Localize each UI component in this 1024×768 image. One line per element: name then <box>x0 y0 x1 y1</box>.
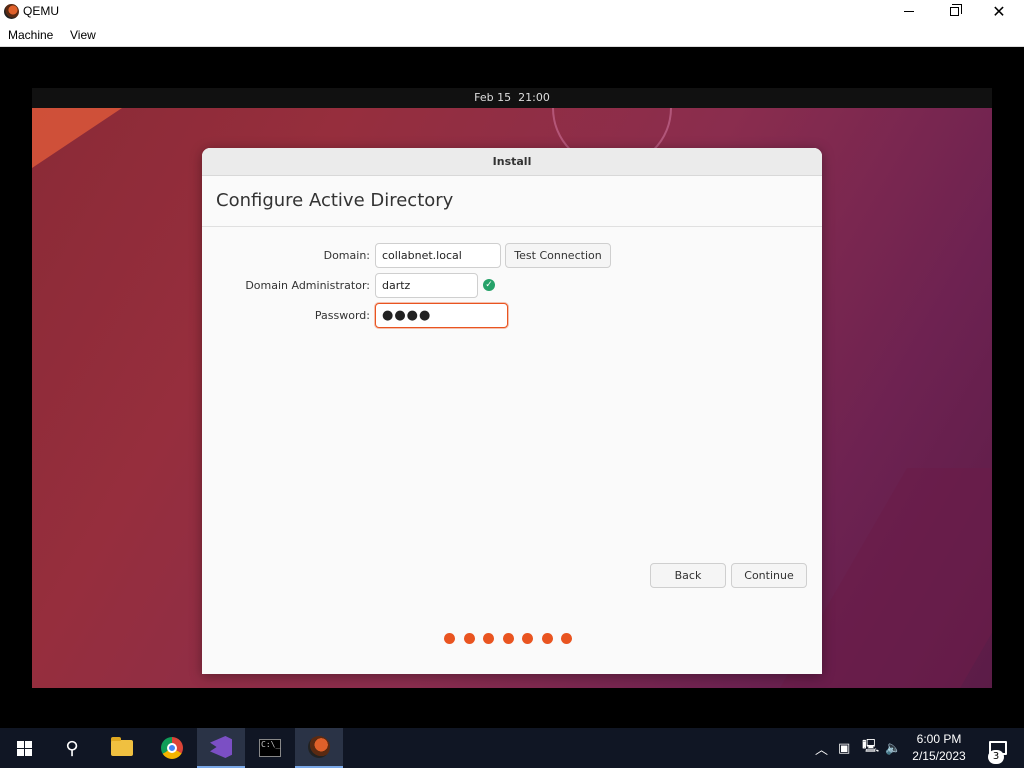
show-hidden-icons-button[interactable]: ︿ <box>815 728 828 768</box>
qemu-taskbar-button[interactable] <box>295 728 343 768</box>
visual-studio-button[interactable] <box>197 728 245 768</box>
domain-admin-input[interactable]: dartz <box>375 273 478 298</box>
progress-dot <box>561 633 572 644</box>
terminal-button[interactable]: C:\_ <box>246 728 294 768</box>
qemu-app-icon <box>4 4 19 19</box>
progress-dot <box>444 633 455 644</box>
password-input[interactable]: ●●●● <box>375 303 508 328</box>
terminal-icon: C:\_ <box>259 739 281 757</box>
progress-dot <box>522 633 533 644</box>
guest-top-bar: Feb 15 21:00 <box>32 88 992 108</box>
taskbar-clock[interactable]: 6:00 PM 2/15/2023 <box>906 731 972 765</box>
restore-button[interactable] <box>931 0 977 23</box>
minimize-button[interactable] <box>886 0 932 23</box>
search-icon: ⚲ <box>65 737 79 759</box>
progress-dot <box>483 633 494 644</box>
windows-icon <box>16 740 32 756</box>
chevron-up-icon: ︿ <box>815 742 829 758</box>
chrome-button[interactable] <box>148 728 196 768</box>
taskbar: ⚲ C:\_ ︿ ▣ 🖳 🔈 6:00 PM 2/15/2023 3 <box>0 728 1024 768</box>
menu-view[interactable]: View <box>70 28 96 42</box>
clock-date: 2/15/2023 <box>912 749 966 763</box>
start-button[interactable] <box>0 728 48 768</box>
notification-badge: 3 <box>988 750 1004 764</box>
test-connection-button[interactable]: Test Connection <box>505 243 611 268</box>
domain-label: Domain: <box>323 249 370 262</box>
guest-clock[interactable]: Feb 15 21:00 <box>474 91 550 104</box>
window-titlebar: QEMU ✕ <box>0 0 1024 23</box>
page-title: Configure Active Directory <box>216 190 454 211</box>
continue-button[interactable]: Continue <box>731 563 807 588</box>
restore-icon <box>949 4 962 16</box>
wallpaper-shape <box>32 108 122 168</box>
progress-dot <box>463 633 475 644</box>
tray-volume-button[interactable]: 🔈 <box>885 728 901 768</box>
check-icon: ✓ <box>483 279 495 291</box>
tray-device-button[interactable]: ▣ <box>838 728 850 768</box>
chrome-icon <box>161 737 183 759</box>
back-button[interactable]: Back <box>650 563 726 588</box>
guest-display[interactable]: Feb 15 21:00 Install Configure Active Di… <box>32 88 992 688</box>
installer-dialog: Install Configure Active Directory Domai… <box>202 148 822 674</box>
progress-dots <box>444 633 572 644</box>
visual-studio-icon <box>210 736 232 758</box>
domain-input[interactable]: collabnet.local <box>375 243 501 268</box>
device-icon: ▣ <box>838 740 851 756</box>
close-icon: ✕ <box>992 2 1006 21</box>
progress-dot <box>502 633 514 644</box>
password-label: Password: <box>314 309 370 322</box>
volume-icon: 🔈 <box>885 740 902 756</box>
search-button[interactable]: ⚲ <box>48 728 96 768</box>
folder-icon <box>111 737 133 756</box>
window-title: QEMU <box>23 4 59 18</box>
network-icon: 🖳 <box>862 739 880 754</box>
qemu-icon <box>308 736 330 758</box>
menu-machine[interactable]: Machine <box>8 28 53 42</box>
divider <box>202 226 822 227</box>
tray-network-button[interactable]: 🖳 <box>862 728 879 768</box>
progress-dot <box>541 633 553 644</box>
minimize-icon <box>904 11 914 12</box>
domain-admin-label: Domain Administrator: <box>245 279 370 292</box>
clock-time: 6:00 PM <box>916 732 962 746</box>
file-explorer-button[interactable] <box>98 728 146 768</box>
menu-bar: Machine View <box>0 23 1024 47</box>
close-button[interactable]: ✕ <box>976 0 1022 23</box>
dialog-header: Install <box>202 148 822 176</box>
